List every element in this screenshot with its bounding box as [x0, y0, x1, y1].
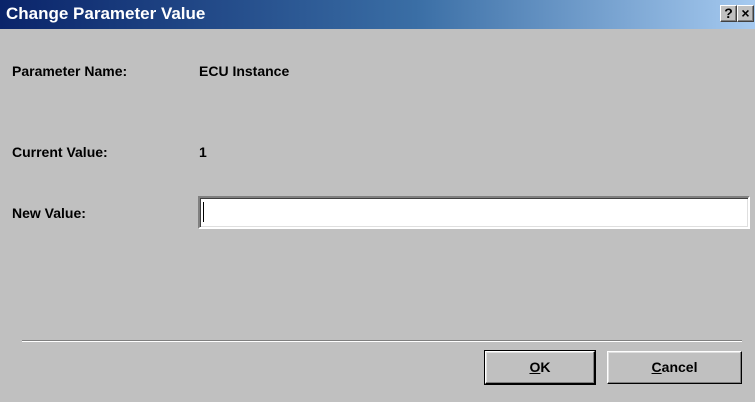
- close-icon: ×: [741, 5, 750, 21]
- cancel-button[interactable]: Cancel: [607, 351, 742, 384]
- parameter-name-value: ECU Instance: [199, 63, 290, 79]
- cancel-accel-key: C: [651, 359, 662, 375]
- dialog-title: Change Parameter Value: [6, 4, 206, 23]
- change-parameter-dialog: Change Parameter Value ? × Parameter Nam…: [0, 0, 755, 402]
- question-mark-icon: ?: [724, 5, 733, 21]
- help-button[interactable]: ?: [720, 5, 737, 22]
- text-caret: [203, 202, 204, 222]
- new-value-input[interactable]: [198, 196, 750, 229]
- current-value-value: 1: [199, 144, 207, 160]
- parameter-name-label: Parameter Name:: [12, 63, 128, 79]
- new-value-label: New Value:: [12, 205, 86, 221]
- title-bar[interactable]: Change Parameter Value ? ×: [0, 0, 755, 29]
- ok-accel-key: O: [529, 359, 541, 375]
- current-value-label: Current Value:: [12, 144, 108, 160]
- cancel-label-rest: ancel: [661, 359, 698, 375]
- close-button[interactable]: ×: [737, 5, 754, 22]
- separator-line: [22, 340, 742, 342]
- ok-label-rest: K: [540, 359, 551, 375]
- ok-button[interactable]: OK: [484, 350, 596, 385]
